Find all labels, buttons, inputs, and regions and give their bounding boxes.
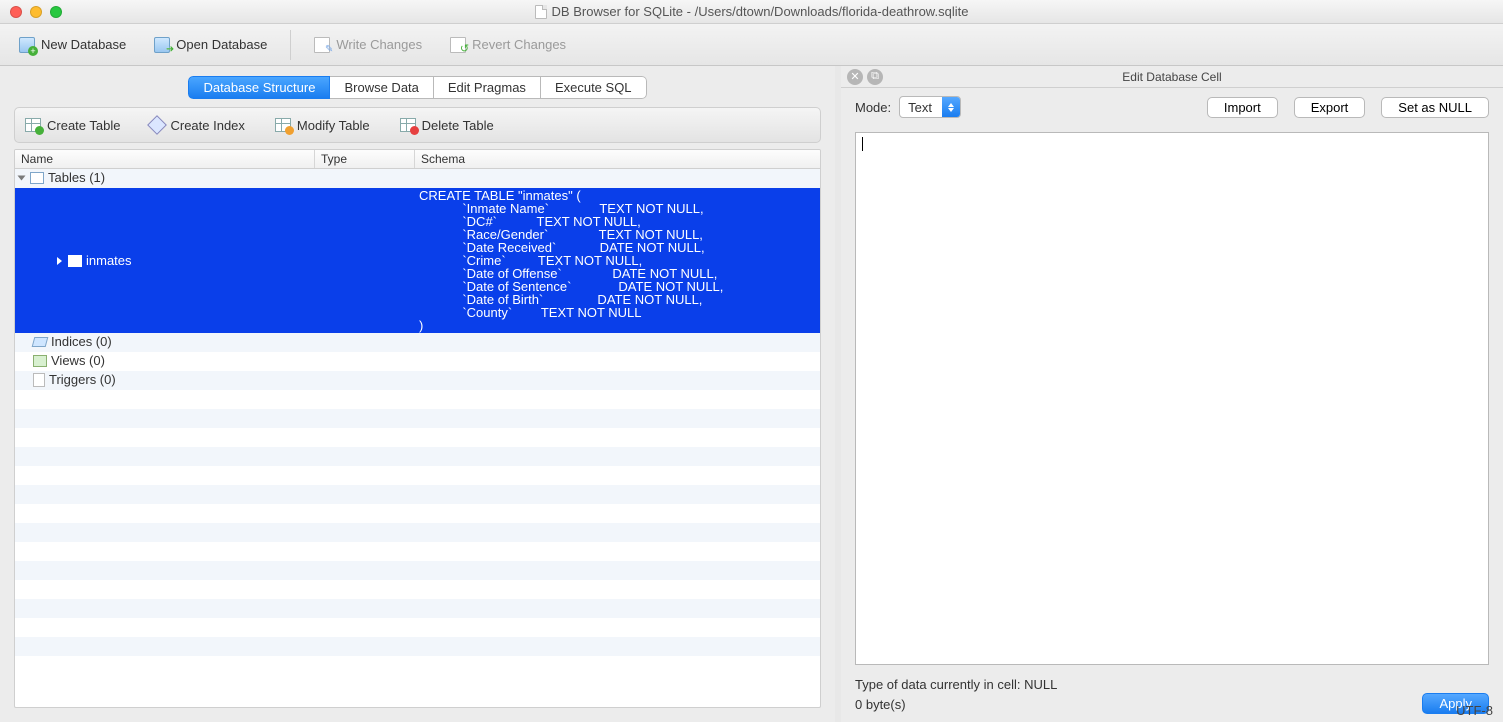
tree-empty-row <box>15 542 820 561</box>
text-cursor <box>862 137 863 151</box>
delete-table-icon <box>400 118 416 132</box>
write-changes-icon <box>314 37 330 53</box>
structure-toolbar: Create Table Create Index Modify Table D… <box>14 107 821 143</box>
cell-value-textarea[interactable] <box>855 132 1489 665</box>
indices-icon <box>32 337 49 347</box>
tree-empty-row <box>15 580 820 599</box>
tree-empty-row <box>15 504 820 523</box>
tree-empty-row <box>15 561 820 580</box>
main-split: Database Structure Browse Data Edit Prag… <box>0 66 1503 722</box>
detach-panel-button[interactable]: ⧉ <box>867 69 883 85</box>
col-type[interactable]: Type <box>315 150 415 168</box>
table-schema-text: CREATE TABLE "inmates" ( `Inmate Name` T… <box>415 188 820 333</box>
col-schema[interactable]: Schema <box>415 150 820 168</box>
export-button[interactable]: Export <box>1294 97 1366 118</box>
mode-label: Mode: <box>855 100 891 115</box>
tree-empty-row <box>15 447 820 466</box>
tree-empty-row <box>15 523 820 542</box>
tree-node-indices[interactable]: Indices (0) <box>15 333 820 352</box>
import-button[interactable]: Import <box>1207 97 1278 118</box>
minimize-window-button[interactable] <box>30 6 42 18</box>
toolbar-separator <box>290 30 291 60</box>
modify-table-label: Modify Table <box>297 118 370 133</box>
triggers-icon <box>33 373 45 387</box>
tree-empty-row <box>15 390 820 409</box>
write-changes-button[interactable]: Write Changes <box>301 32 435 58</box>
views-label: Views (0) <box>51 353 105 368</box>
tree-empty-row <box>15 409 820 428</box>
tree-empty-row <box>15 485 820 504</box>
new-database-icon <box>19 37 35 53</box>
write-changes-label: Write Changes <box>336 37 422 52</box>
window-controls <box>0 6 62 18</box>
right-pane: ✕ ⧉ Edit Database Cell Mode: Text Import… <box>841 66 1503 722</box>
modify-table-icon <box>275 118 291 132</box>
encoding-label: UTF-8 <box>1456 703 1493 718</box>
tab-execute-sql[interactable]: Execute SQL <box>541 76 647 99</box>
document-icon <box>535 5 547 19</box>
tree-empty-row <box>15 466 820 485</box>
tab-browse-data[interactable]: Browse Data <box>330 76 433 99</box>
open-database-button[interactable]: Open Database <box>141 32 280 58</box>
tree-node-tables[interactable]: Tables (1) <box>15 169 820 188</box>
revert-changes-label: Revert Changes <box>472 37 566 52</box>
tree-empty-row <box>15 618 820 637</box>
tree-empty-row <box>15 599 820 618</box>
col-name[interactable]: Name <box>15 150 315 168</box>
new-database-button[interactable]: New Database <box>6 32 139 58</box>
tab-bar: Database Structure Browse Data Edit Prag… <box>14 76 821 99</box>
titlebar: DB Browser for SQLite - /Users/dtown/Dow… <box>0 0 1503 24</box>
mode-select-arrows-icon <box>942 97 960 117</box>
window-title: DB Browser for SQLite - /Users/dtown/Dow… <box>552 4 969 19</box>
triggers-label: Triggers (0) <box>49 372 116 387</box>
views-icon <box>33 355 47 367</box>
create-index-label: Create Index <box>170 118 244 133</box>
delete-table-button[interactable]: Delete Table <box>400 118 494 133</box>
tables-label: Tables (1) <box>48 170 105 185</box>
schema-tree[interactable]: Name Type Schema Tables (1) inmates CREA… <box>14 149 821 708</box>
tree-empty-row <box>15 428 820 447</box>
revert-changes-icon <box>450 37 466 53</box>
tree-node-views[interactable]: Views (0) <box>15 352 820 371</box>
zoom-window-button[interactable] <box>50 6 62 18</box>
close-panel-button[interactable]: ✕ <box>847 69 863 85</box>
disclosure-triangle-icon[interactable] <box>57 257 62 265</box>
table-icon <box>68 255 82 267</box>
open-database-icon <box>154 37 170 53</box>
cell-type-status: Type of data currently in cell: NULL <box>855 675 1057 695</box>
create-table-button[interactable]: Create Table <box>25 118 120 133</box>
cell-size-status: 0 byte(s) <box>855 695 1057 715</box>
create-index-icon <box>148 115 168 135</box>
create-table-icon <box>25 118 41 132</box>
tree-header: Name Type Schema <box>15 150 820 169</box>
tree-empty-row <box>15 637 820 656</box>
modify-table-button[interactable]: Modify Table <box>275 118 370 133</box>
open-database-label: Open Database <box>176 37 267 52</box>
tab-edit-pragmas[interactable]: Edit Pragmas <box>434 76 541 99</box>
disclosure-triangle-icon[interactable] <box>18 175 26 180</box>
indices-label: Indices (0) <box>51 334 112 349</box>
new-database-label: New Database <box>41 37 126 52</box>
tab-database-structure[interactable]: Database Structure <box>188 76 330 99</box>
cell-editor-body: Mode: Text Import Export Set as NULL Typ… <box>841 88 1503 722</box>
mode-select-value: Text <box>900 100 942 115</box>
tree-node-table-inmates[interactable]: inmates CREATE TABLE "inmates" ( `Inmate… <box>15 188 820 333</box>
tables-icon <box>30 172 44 184</box>
tree-node-triggers[interactable]: Triggers (0) <box>15 371 820 390</box>
cell-editor-header: ✕ ⧉ Edit Database Cell <box>841 66 1503 88</box>
revert-changes-button[interactable]: Revert Changes <box>437 32 579 58</box>
create-table-label: Create Table <box>47 118 120 133</box>
cell-editor-title: Edit Database Cell <box>841 70 1503 84</box>
delete-table-label: Delete Table <box>422 118 494 133</box>
main-toolbar: New Database Open Database Write Changes… <box>0 24 1503 66</box>
mode-select[interactable]: Text <box>899 96 961 118</box>
table-name-label: inmates <box>86 253 132 268</box>
close-window-button[interactable] <box>10 6 22 18</box>
create-index-button[interactable]: Create Index <box>150 118 244 133</box>
set-as-null-button[interactable]: Set as NULL <box>1381 97 1489 118</box>
left-pane: Database Structure Browse Data Edit Prag… <box>0 66 835 722</box>
